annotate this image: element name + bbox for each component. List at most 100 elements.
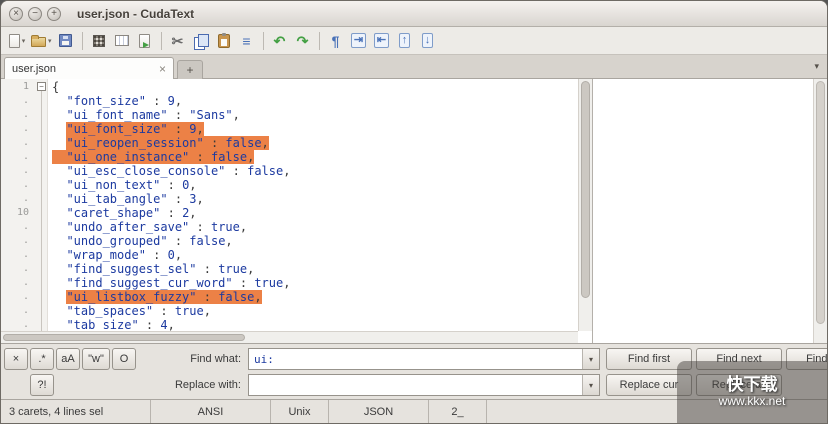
unindent-button[interactable]: ⇤ xyxy=(371,29,393,53)
titlebar[interactable]: × − + user.json - CudaText xyxy=(1,1,827,27)
editor-line[interactable]: "tab_spaces" : true, xyxy=(52,304,578,318)
window-title: user.json - CudaText xyxy=(77,6,195,21)
regex-toggle[interactable]: .* xyxy=(30,348,54,370)
fold-toggle-icon[interactable]: − xyxy=(37,82,46,91)
find-row: × .* aA "w" O Find what: ui: ▾ Find firs… xyxy=(4,346,827,372)
find-input-value[interactable]: ui: xyxy=(249,349,582,369)
move-line-up-button[interactable]: ↑ xyxy=(394,29,416,53)
reload-file-button[interactable] xyxy=(134,29,156,53)
editor-line[interactable]: "caret_shape" : 2, xyxy=(52,206,578,220)
panel-vscroll-thumb[interactable] xyxy=(816,81,825,324)
editor-hscroll-thumb[interactable] xyxy=(3,334,246,341)
tabbar: user.json × + ▾ xyxy=(1,55,827,79)
main-area: 1........ 10........ − { "font_size" : 9,… xyxy=(1,79,827,343)
editor-line[interactable]: "ui_esc_close_console" : false, xyxy=(52,164,578,178)
find-input[interactable]: ui: ▾ xyxy=(248,348,600,370)
binary-view-button[interactable] xyxy=(88,29,110,53)
editor-line[interactable]: { xyxy=(52,80,578,94)
replace-all-button[interactable]: Replace all xyxy=(696,374,782,396)
editor-vscrollbar[interactable] xyxy=(578,79,592,331)
find-panel: × .* aA "w" O Find what: ui: ▾ Find firs… xyxy=(1,343,827,399)
tab-close-icon[interactable]: × xyxy=(159,63,166,75)
editor-line[interactable]: "ui_tab_angle" : 3, xyxy=(52,192,578,206)
replace-history-dropdown-icon[interactable]: ▾ xyxy=(582,375,599,395)
editor-line[interactable]: "ui_non_text" : 0, xyxy=(52,178,578,192)
indent-button[interactable]: ⇥ xyxy=(348,29,370,53)
maximize-button[interactable]: + xyxy=(47,6,61,21)
whole-word-toggle[interactable]: "w" xyxy=(82,348,110,370)
editor-line[interactable]: "ui_one_instance" : false, xyxy=(52,150,578,164)
open-file-icon xyxy=(31,35,46,47)
close-find-button[interactable]: × xyxy=(4,348,28,370)
replace-current-button[interactable]: Replace cur xyxy=(606,374,692,396)
status-lexer[interactable]: JSON xyxy=(329,400,429,423)
editor-line[interactable]: "ui_font_size" : 9, xyxy=(52,122,578,136)
line-number: . xyxy=(22,137,29,148)
replace-input-value[interactable] xyxy=(249,375,582,395)
find-history-dropdown-icon[interactable]: ▾ xyxy=(582,349,599,369)
editor-line[interactable]: "ui_font_name" : "Sans", xyxy=(52,108,578,122)
status-line-endings[interactable]: Unix xyxy=(271,400,329,423)
line-number: . xyxy=(22,249,29,260)
toolbar-separator xyxy=(262,31,264,50)
show-whitespace-icon: ¶ xyxy=(331,32,340,49)
new-file-button[interactable]: ▾ xyxy=(6,29,28,53)
replace-options: ?! xyxy=(4,374,132,396)
editor-line[interactable]: "wrap_mode" : 0, xyxy=(52,248,578,262)
tab-user-json[interactable]: user.json × xyxy=(4,57,174,79)
select-all-button[interactable]: ≡ xyxy=(236,29,258,53)
copy-button[interactable] xyxy=(190,29,212,53)
find-buttons: Find first Find next Find prev xyxy=(606,348,827,370)
editor-line[interactable]: "find_suggest_cur_word" : true, xyxy=(52,276,578,290)
show-whitespace-button[interactable]: ¶ xyxy=(325,29,347,53)
line-number: . xyxy=(22,221,29,232)
secondary-panel xyxy=(593,79,827,343)
case-toggle[interactable]: aA xyxy=(56,348,80,370)
line-number: . xyxy=(22,235,29,246)
find-options: × .* aA "w" O xyxy=(4,348,136,370)
undo-icon: ↶ xyxy=(273,32,286,49)
confirm-replace-toggle[interactable]: ?! xyxy=(30,374,54,396)
selection-highlight: "ui_listbox_fuzzy" : false, xyxy=(66,290,262,304)
editor-hscrollbar[interactable] xyxy=(1,331,578,343)
save-button[interactable] xyxy=(55,29,77,53)
editor-line[interactable]: "font_size" : 9, xyxy=(52,94,578,108)
editor-line[interactable]: "undo_after_save" : true, xyxy=(52,220,578,234)
toolbar-separator xyxy=(318,31,320,50)
minimize-button[interactable]: − xyxy=(28,6,42,21)
move-line-down-icon: ↓ xyxy=(421,33,434,48)
editor-line[interactable]: "ui_reopen_session" : false, xyxy=(52,136,578,150)
status-tab-options[interactable]: 2_ xyxy=(429,400,487,423)
find-first-button[interactable]: Find first xyxy=(606,348,692,370)
find-next-button[interactable]: Find next xyxy=(696,348,782,370)
editor-line[interactable]: "ui_listbox_fuzzy" : false, xyxy=(52,290,578,304)
editor-lines[interactable]: { "font_size" : 9, "ui_font_name" : "San… xyxy=(48,79,578,331)
cut-icon: ✂ xyxy=(171,32,184,49)
status-caret-info: 3 carets, 4 lines sel xyxy=(1,400,151,423)
replace-input[interactable]: ▾ xyxy=(248,374,600,396)
paste-button[interactable] xyxy=(213,29,235,53)
close-button[interactable]: × xyxy=(9,6,23,21)
editor-line[interactable]: "undo_grouped" : false, xyxy=(52,234,578,248)
status-filler xyxy=(487,400,827,423)
new-tab-button[interactable]: + xyxy=(177,60,203,79)
undo-button[interactable]: ↶ xyxy=(269,29,291,53)
find-prev-button[interactable]: Find prev xyxy=(786,348,827,370)
open-file-button[interactable]: ▾ xyxy=(29,29,54,53)
editor-line[interactable]: "find_suggest_sel" : true, xyxy=(52,262,578,276)
move-line-down-button[interactable]: ↓ xyxy=(417,29,439,53)
editor-line[interactable]: "tab_size" : 4, xyxy=(52,318,578,331)
editor-vscroll-thumb[interactable] xyxy=(581,81,590,298)
select-all-icon: ≡ xyxy=(242,32,251,49)
move-line-up-icon: ↑ xyxy=(398,33,411,48)
fold-column: − xyxy=(35,79,48,331)
redo-button[interactable]: ↷ xyxy=(292,29,314,53)
tab-list-chevron-icon[interactable]: ▾ xyxy=(814,61,819,72)
toolbar: ▾ ▾ ✂ ≡ ↶ ↷ ¶ ⇥ ⇤ ↑ ↓ xyxy=(1,27,827,55)
cut-button[interactable]: ✂ xyxy=(167,29,189,53)
dropdown-chevron-icon: ▾ xyxy=(21,37,26,45)
panel-vscrollbar[interactable] xyxy=(813,79,827,343)
char-map-button[interactable] xyxy=(111,29,133,53)
binary-view-icon xyxy=(92,34,105,47)
status-encoding[interactable]: ANSI xyxy=(151,400,271,423)
